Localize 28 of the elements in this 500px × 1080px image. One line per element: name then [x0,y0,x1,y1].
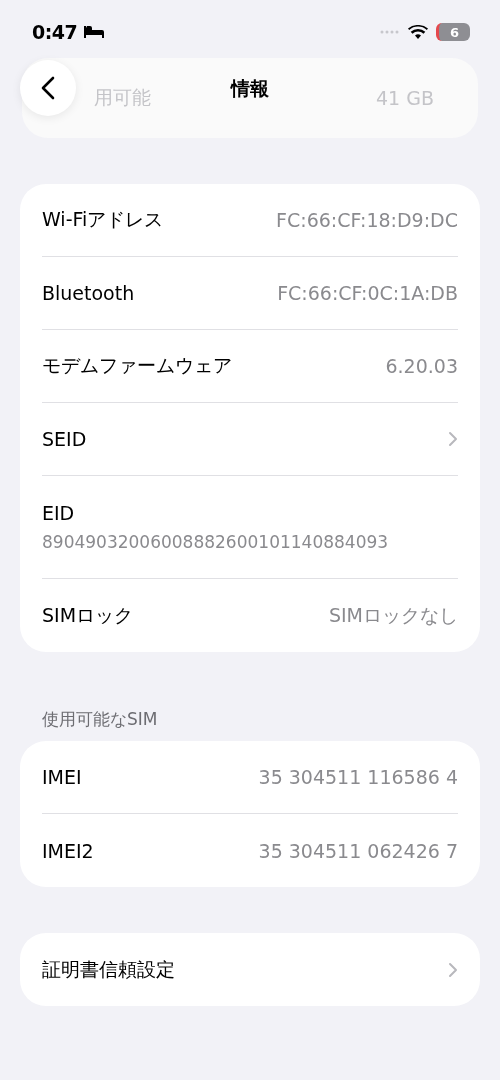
list-item[interactable]: SEID [42,403,458,476]
row-label: SIMロック [42,602,134,628]
row-value: FC:66:CF:0C:1A:DB [277,282,458,304]
row-value: 35 304511 062426 7 [258,839,458,862]
list-item[interactable]: 証明書信頼設定 [42,933,458,1006]
row-label: SEID [42,428,87,450]
row-value: 35 304511 116586 4 [258,766,458,788]
row-label: Bluetooth [42,282,135,304]
row-label: モデムファームウェア [42,353,232,378]
row-value: FC:66:CF:18:D9:DC [276,209,458,231]
section-header: 使用可能なSIM [41,708,159,731]
row-label: EID [42,502,75,524]
wifi-icon [408,24,428,40]
row-label: IMEI2 [42,839,94,862]
row-label: Wi-Fiアドレス [42,207,164,232]
signal-icon [380,30,400,34]
row-value: 89049032006008882600101140884093 [42,532,389,552]
row-value: 6.20.03 [385,355,458,377]
back-icon [41,76,55,100]
battery-indicator: 6 [436,23,470,41]
chevron-icon [448,431,458,447]
chevron-icon [448,961,458,978]
row-label: IMEI [42,766,82,788]
status-time: 0:47 [32,21,78,43]
row-value: SIMロックなし [328,602,458,628]
row-label: 証明書信頼設定 [42,956,175,982]
bed-icon [83,25,106,39]
page-title: 情報 [231,76,269,101]
